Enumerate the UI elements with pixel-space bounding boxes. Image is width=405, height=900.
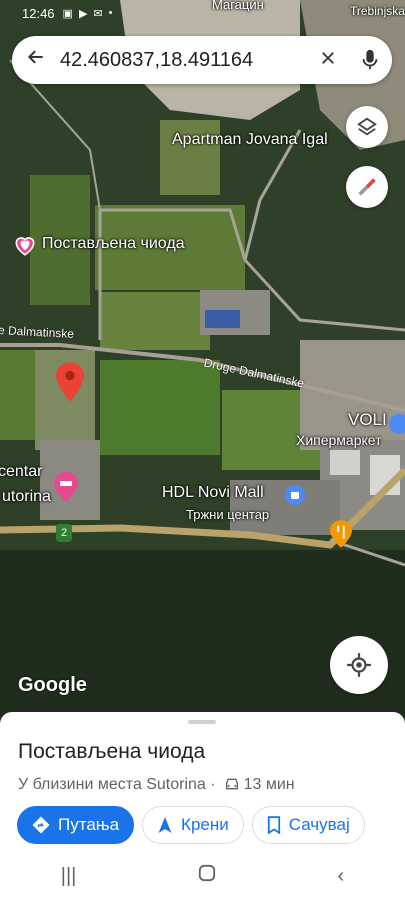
place-title: Постављена чиода [18,740,206,763]
directions-icon [32,816,50,834]
shopping-cart-icon[interactable] [389,414,405,434]
car-icon [224,777,240,794]
layers-icon [357,117,377,136]
restaurant-icon[interactable] [330,520,352,553]
mail-icon: ✉ [93,7,103,20]
map-label-pinned[interactable]: Постављена чиода [42,235,185,253]
compass-icon [358,178,376,196]
map-label-voli-sub: Хипермаркет [296,432,382,448]
recent-apps-icon[interactable]: ||| [61,865,77,888]
google-logo: Google [18,674,87,696]
layers-button[interactable] [346,106,388,148]
travel-time: 13 мин [243,776,295,793]
map-label-centar[interactable]: centar [0,463,42,481]
back-arrow-icon[interactable] [12,47,60,73]
navigation-arrow-icon [157,816,173,834]
start-button[interactable]: Крени [142,806,244,844]
drag-handle[interactable] [188,720,216,724]
microphone-icon[interactable] [348,49,392,71]
start-button-label: Крени [181,815,229,834]
search-bar[interactable]: 42.460837,18.491164 [12,36,392,84]
status-bar: 12:46 ▣ ▶ ✉ • [0,0,405,26]
my-location-icon [347,653,371,677]
pinned-heart-icon[interactable] [12,232,38,263]
youtube-icon: ▶ [78,7,88,20]
action-chips: Путања Крени Сачувај [17,806,365,844]
route-button-label: Путања [58,815,120,834]
compass-button[interactable] [346,166,388,208]
clear-icon[interactable] [308,47,348,73]
route-button[interactable]: Путања [17,806,135,844]
route-badge: 2 [56,524,72,542]
hotel-icon[interactable] [54,472,78,507]
place-subtitle: У близини места Sutorina · 13 мин [18,776,295,794]
back-nav-icon[interactable]: ‹ [338,865,345,888]
map-label-hdl-sub: Тржни центар [186,507,270,522]
bookmark-icon [267,816,281,834]
satellite-imagery [0,0,405,720]
search-query[interactable]: 42.460837,18.491164 [60,49,308,72]
map-view[interactable]: Магацин Trebinjska Apartman Jovana Igal … [0,0,405,720]
save-button[interactable]: Сачувај [251,806,365,844]
shopping-bag-icon[interactable] [285,485,305,510]
map-label-apartman[interactable]: Apartman Jovana Igal [172,131,328,149]
status-time: 12:46 [22,5,55,21]
red-pin-icon[interactable] [56,362,84,407]
my-location-button[interactable] [330,636,388,694]
system-nav-bar: ||| ‹ [0,852,405,900]
map-label-voli[interactable]: VOLI [348,410,387,430]
dot-icon: • [108,7,113,19]
gallery-icon: ▣ [62,7,73,20]
save-button-label: Сачувај [288,815,350,834]
map-label-sutorina[interactable]: utorina [2,488,51,506]
map-label-hdl[interactable]: HDL Novi Mall [162,484,264,502]
place-nearby: У близини места Sutorina · [18,776,216,793]
home-icon[interactable] [198,864,216,888]
